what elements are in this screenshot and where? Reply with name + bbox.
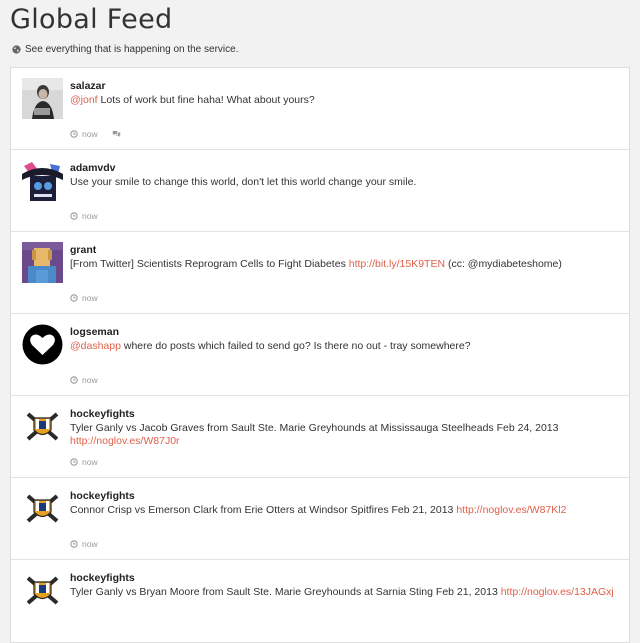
post-timestamp[interactable]: now [82,129,98,139]
post-text: [From Twitter] Scientists Reprogram Cell… [70,258,349,270]
post-username[interactable]: logseman [70,326,119,338]
post-content: Use your smile to change this world, don… [70,176,615,189]
post-timestamp[interactable]: now [82,211,98,221]
avatar[interactable] [22,406,63,447]
post-timestamp[interactable]: now [82,539,98,549]
page-title: Global Feed [10,4,173,35]
clock-icon [70,212,78,220]
post-mention[interactable]: @dashapp [70,340,121,352]
post-username[interactable]: hockeyfights [70,408,135,420]
page-subtitle: See everything that is happening on the … [12,44,238,55]
post-link[interactable]: http://noglov.es/13JAGxj [501,586,614,598]
post-link[interactable]: http://noglov.es/W87J0r [70,435,180,447]
post-username[interactable]: hockeyfights [70,490,135,502]
feed-post: hockeyfights Tyler Ganly vs Jacob Graves… [11,396,629,478]
post-meta: now [70,211,98,221]
feed-list: salazar @jonf Lots of work but fine haha… [10,67,630,643]
avatar[interactable] [22,242,63,283]
clock-icon [70,130,78,138]
avatar[interactable] [22,160,63,201]
post-username[interactable]: adamvdv [70,162,116,174]
post-text: Use your smile to change this world, don… [70,176,417,188]
post-mention[interactable]: @jonf [70,94,98,106]
post-text-after: (cc: @mydiabeteshome) [445,258,562,270]
post-content: Connor Crisp vs Emerson Clark from Erie … [70,504,615,517]
comment-icon[interactable] [112,130,121,138]
clock-icon [70,540,78,548]
post-content: Tyler Ganly vs Bryan Moore from Sault St… [70,586,615,599]
post-content: [From Twitter] Scientists Reprogram Cell… [70,258,615,271]
feed-post: salazar @jonf Lots of work but fine haha… [11,68,629,150]
post-meta: now [70,457,98,467]
post-username[interactable]: grant [70,244,96,256]
post-timestamp[interactable]: now [82,293,98,303]
avatar[interactable] [22,78,63,119]
post-username[interactable]: salazar [70,80,106,92]
avatar[interactable] [22,324,63,365]
clock-icon [70,294,78,302]
post-text: Tyler Ganly vs Bryan Moore from Sault St… [70,586,501,598]
feed-post: adamvdv Use your smile to change this wo… [11,150,629,232]
clock-icon [70,458,78,466]
globe-icon [12,45,21,54]
post-text: Lots of work but fine haha! What about y… [97,94,315,106]
post-text: where do posts which failed to send go? … [120,340,471,352]
post-link[interactable]: http://bit.ly/15K9TEN [349,258,445,270]
post-username[interactable]: hockeyfights [70,572,135,584]
avatar[interactable] [22,488,63,529]
feed-post: hockeyfights Connor Crisp vs Emerson Cla… [11,478,629,560]
post-meta: now [70,129,121,139]
feed-post: logseman @dashapp where do posts which f… [11,314,629,396]
post-timestamp[interactable]: now [82,375,98,385]
feed-post: hockeyfights Tyler Ganly vs Bryan Moore … [11,560,629,642]
post-content: @dashapp where do posts which failed to … [70,340,615,353]
avatar[interactable] [22,570,63,611]
post-text: Connor Crisp vs Emerson Clark from Erie … [70,504,457,516]
post-content: Tyler Ganly vs Jacob Graves from Sault S… [70,422,615,448]
subtitle-text: See everything that is happening on the … [25,44,239,55]
post-text: Tyler Ganly vs Jacob Graves from Sault S… [70,422,559,434]
post-link[interactable]: http://noglov.es/W87Kl2 [456,504,566,516]
feed-post: grant [From Twitter] Scientists Reprogra… [11,232,629,314]
post-meta: now [70,539,98,549]
post-meta: now [70,375,98,385]
post-meta: now [70,293,98,303]
post-content: @jonf Lots of work but fine haha! What a… [70,94,615,107]
clock-icon [70,376,78,384]
post-timestamp[interactable]: now [82,457,98,467]
